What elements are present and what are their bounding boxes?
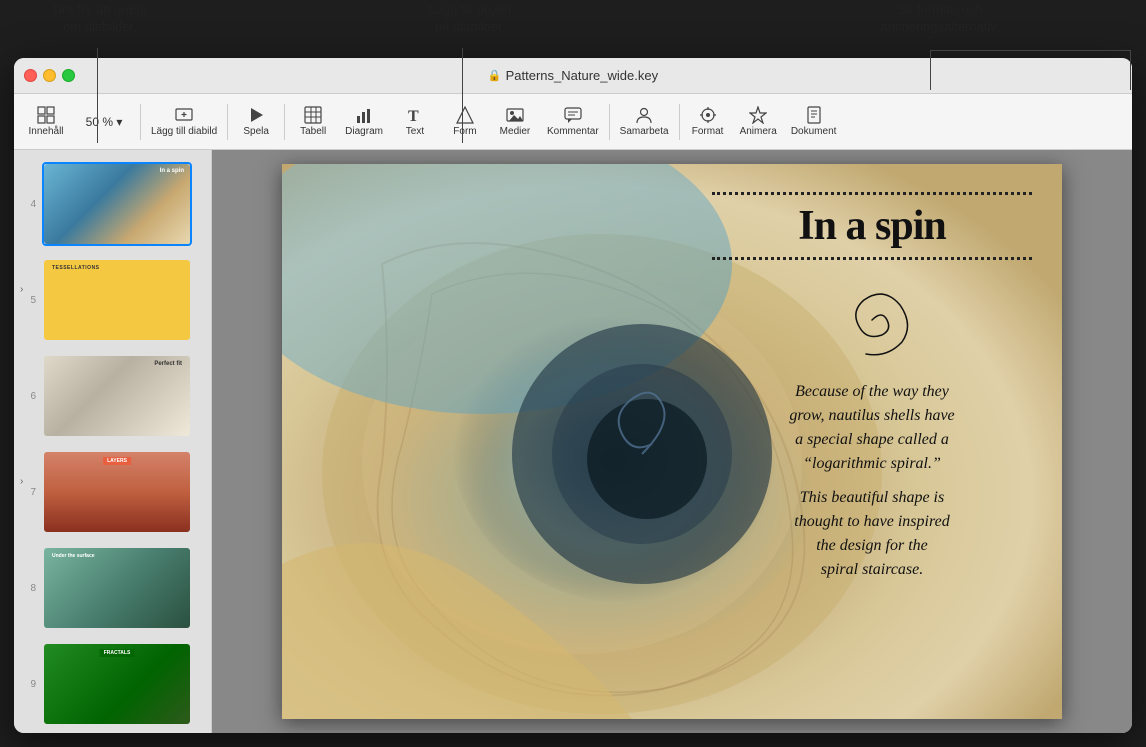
toolbar-btn-tabell[interactable]: Tabell (289, 98, 337, 146)
toolbar-btn-add-slide[interactable]: Lägg till diabild (145, 98, 223, 146)
slide-editor[interactable]: In a spin Because of the way they grow, … (212, 150, 1132, 733)
toolbar-btn-format[interactable]: Format (684, 98, 732, 146)
minimize-button[interactable] (43, 69, 56, 82)
slide-thumb-4[interactable]: 4 In a spin (14, 158, 211, 250)
toolbar-btn-form[interactable]: Form (441, 98, 489, 146)
slide-num-6: 6 (22, 391, 36, 402)
toolbar-divider-1 (140, 104, 141, 140)
slide-img-7: LAYERS (42, 450, 192, 534)
chart-icon (355, 106, 373, 124)
dotted-line-bottom (712, 257, 1032, 260)
app-window: 🔒 Patterns_Nature_wide.key Innehåll 50 %… (14, 58, 1132, 733)
slide-canvas: In a spin Because of the way they grow, … (282, 164, 1062, 719)
toolbar-divider-3 (284, 104, 285, 140)
toolbar-btn-innehall[interactable]: Innehåll (22, 98, 70, 146)
main-area: 4 In a spin › 5 TESSELLATIONS (14, 150, 1132, 733)
slide-img-8: Under the surface (42, 546, 192, 630)
toolbar-btn-animera[interactable]: Animera (734, 98, 783, 146)
toolbar-btn-samarbeta[interactable]: Samarbeta (614, 98, 675, 146)
collaborate-icon (635, 106, 653, 124)
spiral-icon (822, 270, 922, 370)
toolbar-btn-medier[interactable]: Medier (491, 98, 539, 146)
lock-icon: 🔒 (488, 69, 502, 82)
slide-text-panel: In a spin Because of the way they grow, … (712, 184, 1032, 590)
format-icon (699, 106, 717, 124)
media-icon (506, 106, 524, 124)
chevron-7-icon: › (20, 476, 23, 487)
toolbar: Innehåll 50 % ▾ Lägg till diabild Spela (14, 94, 1132, 150)
toolbar-divider-5 (679, 104, 680, 140)
dotted-line-top (712, 192, 1032, 195)
slide-thumb-9[interactable]: 9 FRACTALS (14, 638, 211, 730)
slide-body-text-2: This beautiful shape is thought to have … (712, 486, 1032, 582)
table-icon (304, 106, 322, 124)
innehall-icon (37, 106, 55, 124)
annotation-1: Dra för att ordna om diabilder. (20, 2, 180, 36)
toolbar-divider-2 (227, 104, 228, 140)
slide-img-4: In a spin (42, 162, 192, 246)
slide-thumb-8[interactable]: 8 Under the surface (14, 542, 211, 634)
slide-thumb-5[interactable]: › 5 TESSELLATIONS (14, 254, 211, 346)
toolbar-btn-spela[interactable]: Spela (232, 98, 280, 146)
slide-num-5: 5 (22, 295, 36, 306)
slide-num-9: 9 (22, 679, 36, 690)
svg-text:T: T (408, 108, 419, 124)
slide-num-7: 7 (22, 487, 36, 498)
play-icon (247, 106, 265, 124)
comment-icon (564, 106, 582, 124)
close-button[interactable] (24, 69, 37, 82)
animate-icon (749, 106, 767, 124)
toolbar-btn-diagram[interactable]: Diagram (339, 98, 389, 146)
annotation-2: Lägg till objekt på diabilder. (390, 2, 550, 36)
toolbar-btn-dokument[interactable]: Dokument (785, 98, 843, 146)
slide-title: In a spin (712, 203, 1032, 249)
ann3-hline (930, 50, 1130, 51)
slide-num-8: 8 (22, 583, 36, 594)
traffic-lights (24, 69, 75, 82)
slide-img-9: FRACTALS (42, 642, 192, 726)
slide-num-4: 4 (22, 199, 36, 210)
chevron-5-icon: › (20, 284, 23, 295)
text-icon: T (406, 106, 424, 124)
toolbar-btn-kommentar[interactable]: Kommentar (541, 98, 605, 146)
window-title: 🔒 Patterns_Nature_wide.key (488, 68, 658, 83)
slide-img-6: Perfect fit (42, 354, 192, 438)
maximize-button[interactable] (62, 69, 75, 82)
titlebar: 🔒 Patterns_Nature_wide.key (14, 58, 1132, 94)
slide-body-text-1: Because of the way they grow, nautilus s… (712, 380, 1032, 476)
document-icon (805, 106, 823, 124)
slide-panel[interactable]: 4 In a spin › 5 TESSELLATIONS (14, 150, 212, 733)
annotation-3: Se format- och animeringsalternativ. (800, 2, 1080, 36)
slide-img-5: TESSELLATIONS (42, 258, 192, 342)
toolbar-btn-zoom[interactable]: 50 % ▾ (72, 98, 136, 146)
slide-thumb-7[interactable]: › 7 LAYERS (14, 446, 211, 538)
shape-icon (456, 106, 474, 124)
toolbar-divider-4 (609, 104, 610, 140)
add-slide-icon (175, 106, 193, 124)
toolbar-btn-text[interactable]: T Text (391, 98, 439, 146)
slide-thumb-6[interactable]: 6 Perfect fit (14, 350, 211, 442)
